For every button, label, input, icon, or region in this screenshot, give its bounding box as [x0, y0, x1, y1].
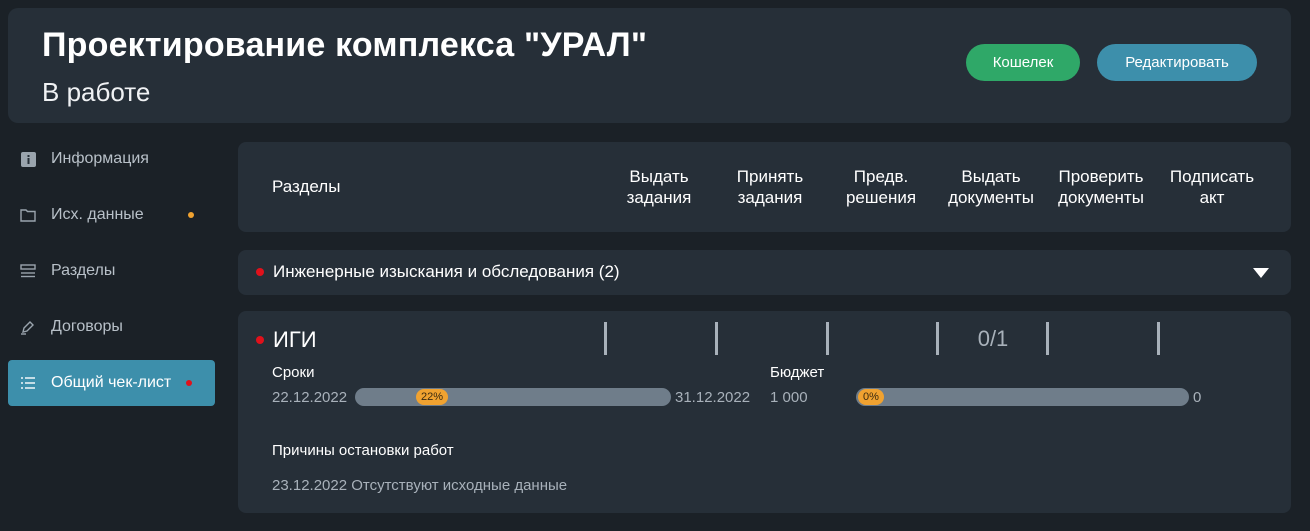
sidebar-item-label: Исх. данные [51, 206, 144, 223]
folder-icon [20, 207, 36, 223]
checklist-columns-header: Разделы Выдать задания Принять задания П… [238, 142, 1291, 232]
checklist-icon [20, 375, 36, 391]
terms-progress-badge: 22% [416, 389, 449, 405]
column-header-line: задания [626, 188, 692, 207]
column-header-line: акт [1199, 188, 1225, 207]
terms-label: Сроки [272, 364, 315, 381]
budget-progress-bar: 0% [856, 388, 1189, 406]
stop-reasons-label: Причины остановки работ [272, 442, 454, 459]
sidebar-item-label: Разделы [51, 262, 116, 279]
sidebar-item-source-data[interactable]: Исх. данные [8, 192, 215, 238]
stop-reason-entry: 23.12.2022 Отсутствуют исходные данные [272, 477, 568, 494]
column-header-issue-documents: Выдать документы [936, 166, 1046, 208]
column-header-check-documents: Проверить документы [1046, 166, 1156, 208]
chevron-down-icon[interactable] [1253, 266, 1269, 284]
column-header-line: документы [1058, 188, 1144, 207]
column-header-line: Предв. [853, 167, 909, 186]
sidebar-item-label: Общий чек-лист [51, 374, 172, 391]
sidebar-item-checklist[interactable]: Общий чек-лист [8, 360, 215, 406]
edit-button[interactable]: Редактировать [1097, 44, 1257, 81]
column-header-line: Выдать [961, 167, 1021, 186]
column-header-line: Принять [736, 167, 804, 186]
wallet-button[interactable]: Кошелек [966, 44, 1080, 81]
column-header-line: решения [845, 188, 917, 207]
item-title: ИГИ [273, 327, 317, 352]
budget-progress-badge: 0% [858, 389, 884, 405]
column-divider [604, 322, 607, 355]
column-header-preliminary-decisions: Предв. решения [826, 166, 936, 208]
sidebar-item-label: Договоры [51, 318, 123, 335]
sidebar-item-info[interactable]: Информация [8, 136, 215, 182]
issue-documents-count[interactable]: 0/1 [938, 326, 1048, 352]
sidebar-item-sections[interactable]: Разделы [8, 248, 215, 294]
pen-icon [20, 319, 36, 335]
column-header-sign-act: Подписать акт [1157, 166, 1267, 208]
sections-column-label: Разделы [272, 177, 341, 196]
budget-remaining: 0 [1193, 389, 1202, 406]
page-title: Проектирование комплекса "УРАЛ" [42, 26, 648, 64]
budget-value: 1 000 [770, 389, 808, 406]
budget-label: Бюджет [770, 364, 825, 381]
notification-dot [186, 380, 192, 386]
project-header: Проектирование комплекса "УРАЛ" В работе… [8, 8, 1291, 123]
column-header-line: документы [948, 188, 1034, 207]
column-divider [826, 322, 829, 355]
sidebar-item-label: Информация [51, 150, 149, 167]
notification-dot [188, 212, 194, 218]
section-group-row[interactable]: Инженерные изыскания и обследования (2) [238, 250, 1291, 295]
column-header-line: Проверить [1058, 167, 1144, 186]
column-header-issue-tasks: Выдать задания [604, 166, 714, 208]
terms-progress-bar: 22% [355, 388, 671, 406]
info-icon [20, 151, 36, 167]
status-dot [256, 268, 264, 276]
column-header-accept-tasks: Принять задания [715, 166, 825, 208]
column-divider [1157, 322, 1160, 355]
column-header-line: Выдать [629, 167, 689, 186]
section-group-title: Инженерные изыскания и обследования (2) [273, 262, 620, 281]
column-divider [715, 322, 718, 355]
sidebar-item-contracts[interactable]: Договоры [8, 304, 215, 350]
terms-start-date: 22.12.2022 [272, 389, 348, 406]
status-dot [256, 336, 264, 344]
terms-end-date: 31.12.2022 [675, 389, 751, 406]
sections-icon [20, 263, 36, 279]
column-header-line: Подписать [1169, 167, 1255, 186]
sidebar: Информация Исх. данные Разделы Договоры … [8, 136, 215, 416]
project-status: В работе [42, 77, 151, 107]
checklist-item-card: ИГИ 0/1 Сроки 22.12.2022 22% 31.12.2022 … [238, 311, 1291, 513]
column-header-line: задания [737, 188, 803, 207]
